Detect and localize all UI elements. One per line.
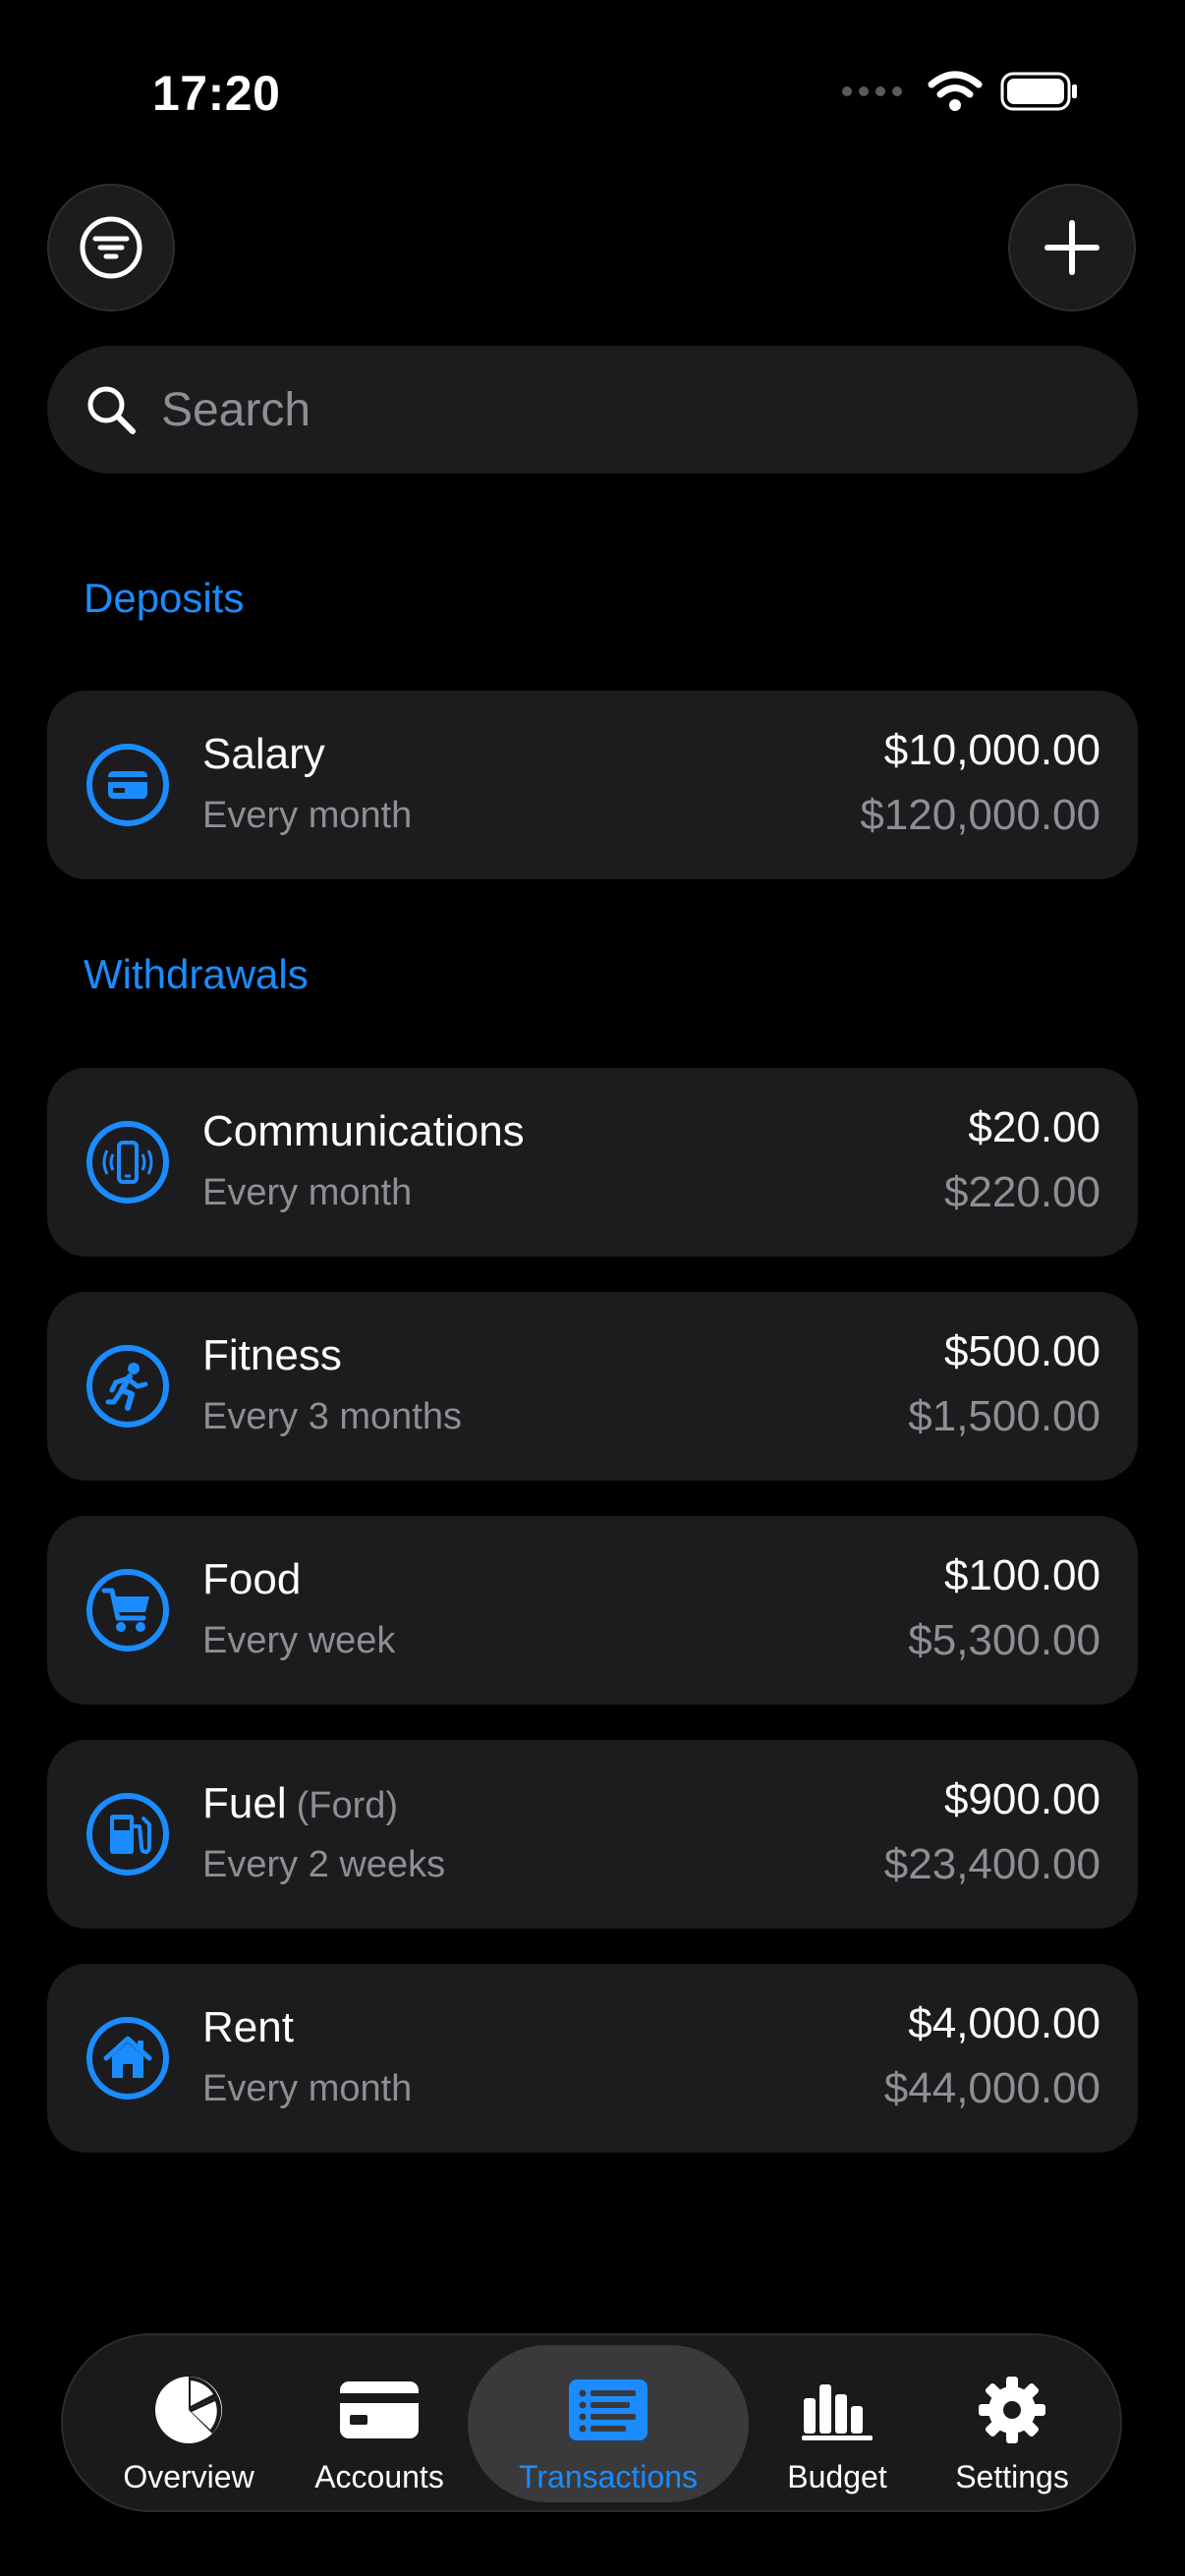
tab-bar: Overview Accounts Transactions Budget Se…: [61, 2333, 1122, 2512]
transaction-frequency: Every month: [202, 1172, 413, 1213]
bar-chart-icon: [802, 2384, 873, 2440]
tab-overview[interactable]: Overview: [102, 2345, 275, 2502]
status-time: 17:20: [152, 66, 281, 121]
transaction-total: $23,400.00: [883, 1840, 1100, 1888]
transaction-title: Fitness: [202, 1331, 342, 1379]
transaction-frequency: Every 3 months: [202, 1396, 462, 1437]
list-icon: [569, 2380, 648, 2440]
transaction-title: Communications: [202, 1107, 525, 1155]
signal-dots-icon: [842, 86, 902, 96]
phone-icon: [86, 1121, 169, 1204]
section-header-deposits: Deposits: [84, 575, 245, 621]
running-icon: [86, 1345, 169, 1428]
tab-label: Overview: [123, 2459, 254, 2494]
plus-icon: [1044, 220, 1100, 275]
transaction-total: $120,000.00: [860, 791, 1100, 839]
transaction-row-fuel[interactable]: Fuel (Ford) Every 2 weeks $900.00 $23,400…: [47, 1740, 1138, 1929]
transaction-total: $5,300.00: [908, 1616, 1100, 1664]
tab-settings[interactable]: Settings: [926, 2345, 1099, 2502]
transaction-subtitle: (Ford): [296, 1785, 399, 1826]
transaction-title: Food: [202, 1555, 302, 1603]
transaction-title: Salary: [202, 730, 325, 778]
search-icon: [87, 386, 136, 434]
tab-label: Accounts: [314, 2459, 444, 2494]
transaction-total: $44,000.00: [883, 2064, 1100, 2112]
transaction-frequency: Every week: [202, 1620, 396, 1661]
transaction-frequency: Every month: [202, 2068, 413, 2109]
transaction-total: $220.00: [943, 1168, 1100, 1216]
transaction-amount: $20.00: [968, 1103, 1100, 1151]
card-icon: [340, 2381, 419, 2438]
fuel-pump-icon: [86, 1793, 169, 1876]
status-icons: [842, 71, 1079, 112]
transaction-title: Rent: [202, 2003, 294, 2051]
transaction-amount: $100.00: [943, 1551, 1100, 1599]
battery-icon: [1000, 72, 1077, 111]
section-header-withdrawals: Withdrawals: [84, 951, 309, 997]
transaction-amount: $500.00: [943, 1327, 1100, 1375]
transaction-row-communications[interactable]: Communications Every month $20.00 $220.0…: [47, 1068, 1138, 1257]
filter-button[interactable]: [47, 184, 175, 311]
pie-chart-icon: [155, 2377, 222, 2443]
house-icon: [86, 2017, 169, 2100]
credit-card-icon: [86, 744, 169, 826]
filter-icon: [80, 216, 142, 279]
add-transaction-button[interactable]: [1008, 184, 1136, 311]
tab-accounts[interactable]: Accounts: [293, 2345, 466, 2502]
transaction-frequency: Every 2 weeks: [202, 1844, 446, 1885]
transaction-amount: $4,000.00: [908, 1999, 1100, 2047]
transaction-frequency: Every month: [202, 795, 413, 836]
tab-label: Budget: [787, 2459, 887, 2494]
tab-transactions[interactable]: Transactions: [468, 2345, 749, 2502]
cart-icon: [86, 1569, 169, 1652]
tab-label: Settings: [955, 2459, 1069, 2494]
transaction-amount: $10,000.00: [883, 726, 1100, 774]
search-bar[interactable]: [47, 346, 1138, 474]
transaction-row-salary[interactable]: Salary Every month $10,000.00 $120,000.0…: [47, 691, 1138, 879]
transaction-total: $1,500.00: [908, 1392, 1100, 1440]
gear-icon: [979, 2377, 1045, 2443]
wifi-icon: [928, 71, 983, 111]
transaction-row-fitness[interactable]: Fitness Every 3 months $500.00 $1,500.00: [47, 1292, 1138, 1481]
transaction-title: Fuel (Ford): [202, 1779, 399, 1827]
search-input[interactable]: [161, 382, 1045, 437]
transaction-amount: $900.00: [943, 1775, 1100, 1823]
transaction-row-rent[interactable]: Rent Every month $4,000.00 $44,000.00: [47, 1964, 1138, 2153]
transaction-row-food[interactable]: Food Every week $100.00 $5,300.00: [47, 1516, 1138, 1705]
tab-budget[interactable]: Budget: [759, 2345, 916, 2502]
tab-label: Transactions: [519, 2459, 698, 2494]
